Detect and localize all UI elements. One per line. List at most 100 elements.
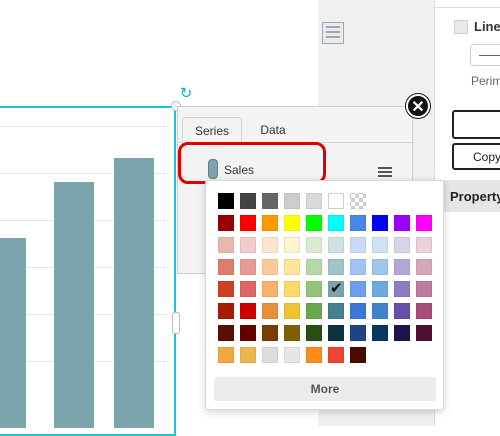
color-swatch[interactable] bbox=[284, 193, 300, 209]
color-swatch[interactable] bbox=[240, 281, 256, 297]
chart-selection-frame[interactable] bbox=[0, 106, 176, 436]
color-swatch[interactable] bbox=[372, 259, 388, 275]
color-swatch[interactable] bbox=[416, 237, 432, 253]
property-tab[interactable]: Property bbox=[444, 180, 500, 212]
popup-tabs: Series Data bbox=[178, 117, 414, 144]
color-swatch[interactable] bbox=[306, 303, 322, 319]
panel-button[interactable] bbox=[452, 110, 500, 139]
line-label: Line bbox=[474, 19, 500, 34]
color-swatch[interactable] bbox=[328, 259, 344, 275]
panel-divider bbox=[434, 0, 500, 8]
color-swatch[interactable] bbox=[240, 303, 256, 319]
color-swatch[interactable] bbox=[394, 281, 410, 297]
line-style-select[interactable] bbox=[470, 44, 500, 66]
color-swatch[interactable] bbox=[350, 215, 366, 231]
color-swatch[interactable] bbox=[328, 215, 344, 231]
color-swatch[interactable] bbox=[416, 281, 432, 297]
hamburger-menu-icon[interactable] bbox=[378, 167, 392, 177]
series-row[interactable]: Sales bbox=[182, 151, 410, 181]
color-swatch[interactable] bbox=[306, 215, 322, 231]
color-palette: More bbox=[205, 180, 444, 410]
color-swatch[interactable] bbox=[306, 259, 322, 275]
color-swatch[interactable] bbox=[350, 193, 366, 209]
color-swatch[interactable] bbox=[218, 325, 234, 341]
more-colors-button[interactable]: More bbox=[214, 377, 436, 401]
color-swatch[interactable] bbox=[416, 325, 432, 341]
color-swatch[interactable] bbox=[306, 347, 322, 363]
tab-series[interactable]: Series bbox=[182, 117, 242, 144]
color-swatch[interactable] bbox=[372, 303, 388, 319]
color-swatch[interactable] bbox=[262, 237, 278, 253]
line-checkbox[interactable] bbox=[454, 20, 468, 34]
color-swatch[interactable] bbox=[350, 325, 366, 341]
color-swatch[interactable] bbox=[394, 237, 410, 253]
color-swatch[interactable] bbox=[350, 281, 366, 297]
color-swatch[interactable] bbox=[350, 237, 366, 253]
color-swatch[interactable] bbox=[394, 303, 410, 319]
color-swatch[interactable] bbox=[306, 325, 322, 341]
color-swatch[interactable] bbox=[240, 325, 256, 341]
color-swatch[interactable] bbox=[240, 193, 256, 209]
color-swatch[interactable] bbox=[240, 215, 256, 231]
color-swatch[interactable] bbox=[394, 215, 410, 231]
color-swatch[interactable] bbox=[306, 237, 322, 253]
color-swatch[interactable] bbox=[328, 279, 344, 297]
color-swatch[interactable] bbox=[350, 347, 366, 363]
chart-bar[interactable] bbox=[114, 158, 154, 428]
color-swatch[interactable] bbox=[394, 325, 410, 341]
gridline bbox=[0, 126, 168, 127]
color-swatch[interactable] bbox=[218, 193, 234, 209]
series-color-swatch[interactable] bbox=[208, 159, 218, 179]
perimeter-label: Perim bbox=[471, 74, 500, 88]
color-swatch[interactable] bbox=[350, 259, 366, 275]
color-swatch[interactable] bbox=[240, 347, 256, 363]
color-swatch[interactable] bbox=[262, 347, 278, 363]
color-swatch[interactable] bbox=[262, 259, 278, 275]
color-swatch[interactable] bbox=[372, 215, 388, 231]
color-swatch[interactable] bbox=[328, 347, 344, 363]
resize-handle[interactable] bbox=[172, 312, 180, 334]
close-icon[interactable]: ✕ bbox=[406, 94, 430, 118]
copy-button[interactable]: Copy bbox=[452, 143, 500, 170]
color-swatch[interactable] bbox=[262, 193, 278, 209]
color-swatch[interactable] bbox=[218, 281, 234, 297]
color-swatch[interactable] bbox=[218, 259, 234, 275]
color-swatch[interactable] bbox=[416, 303, 432, 319]
chart-bar[interactable] bbox=[54, 182, 94, 428]
series-name: Sales bbox=[224, 163, 255, 177]
color-swatch[interactable] bbox=[416, 259, 432, 275]
color-swatch[interactable] bbox=[328, 193, 344, 209]
color-swatch[interactable] bbox=[218, 347, 234, 363]
color-swatch[interactable] bbox=[372, 237, 388, 253]
color-swatch[interactable] bbox=[218, 237, 234, 253]
color-swatch[interactable] bbox=[372, 281, 388, 297]
color-swatch[interactable] bbox=[284, 281, 300, 297]
color-swatch[interactable] bbox=[350, 303, 366, 319]
tab-data[interactable]: Data bbox=[248, 117, 298, 143]
color-swatch[interactable] bbox=[262, 281, 278, 297]
color-swatch[interactable] bbox=[284, 347, 300, 363]
color-swatch[interactable] bbox=[284, 237, 300, 253]
color-swatch[interactable] bbox=[284, 215, 300, 231]
color-swatch[interactable] bbox=[262, 215, 278, 231]
color-swatch[interactable] bbox=[306, 281, 322, 297]
color-swatch[interactable] bbox=[372, 325, 388, 341]
color-swatch[interactable] bbox=[284, 259, 300, 275]
color-swatch[interactable] bbox=[328, 303, 344, 319]
color-swatch[interactable] bbox=[240, 259, 256, 275]
color-swatch[interactable] bbox=[416, 215, 432, 231]
color-swatch[interactable] bbox=[394, 259, 410, 275]
color-swatch[interactable] bbox=[284, 303, 300, 319]
color-swatch[interactable] bbox=[240, 237, 256, 253]
color-swatch[interactable] bbox=[328, 237, 344, 253]
color-swatch[interactable] bbox=[306, 193, 322, 209]
color-swatch[interactable] bbox=[262, 303, 278, 319]
color-swatch[interactable] bbox=[262, 325, 278, 341]
color-swatch[interactable] bbox=[328, 325, 344, 341]
color-swatch[interactable] bbox=[284, 325, 300, 341]
chart-bar[interactable] bbox=[0, 238, 26, 428]
rotate-icon[interactable]: ↻ bbox=[178, 86, 194, 102]
color-swatch[interactable] bbox=[218, 303, 234, 319]
color-swatch[interactable] bbox=[218, 215, 234, 231]
widget-icon[interactable] bbox=[322, 22, 344, 44]
